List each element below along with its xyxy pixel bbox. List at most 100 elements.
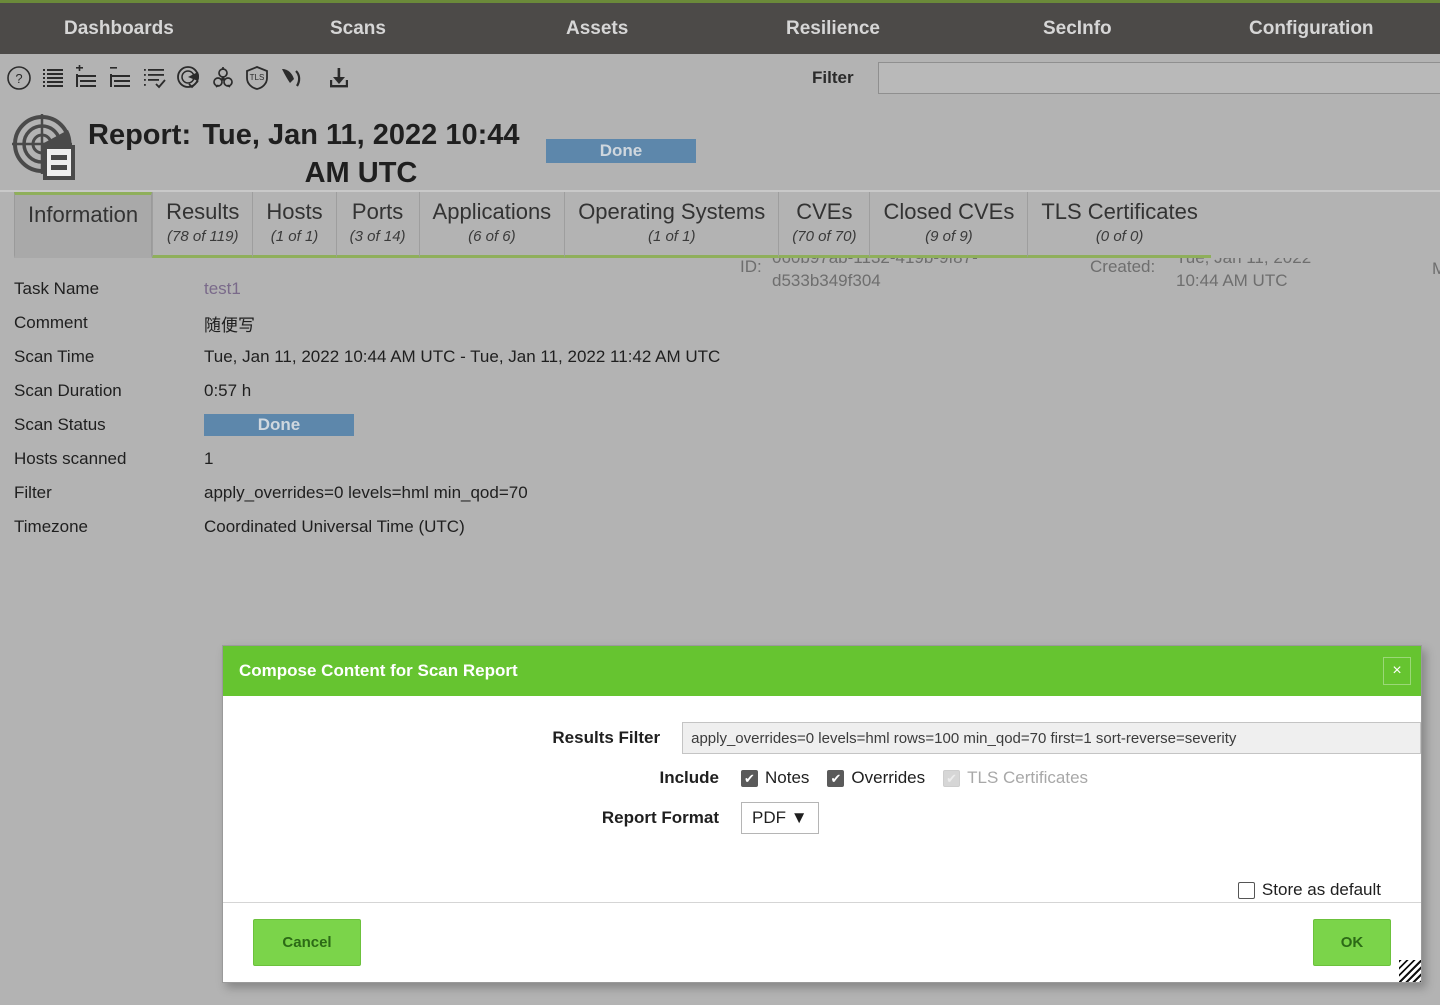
report-status-badge: Done [546,139,696,163]
dialog-resize-grip[interactable] [1399,960,1421,982]
dialog-title: Compose Content for Scan Report [239,661,518,680]
filter-input[interactable] [878,62,1440,94]
include-overrides-label[interactable]: Overrides [851,768,925,788]
results-filter-row: Results Filter [223,722,1421,754]
row-label: Scan Status [14,415,106,434]
task-name-link[interactable]: test1 [204,279,241,298]
tab-results[interactable]: Results (78 of 119) [152,192,253,258]
row-value: apply_overrides=0 levels=hml min_qod=70 [204,483,528,502]
scan-status-badge: Done [204,414,354,436]
tab-label: Closed CVEs [883,199,1015,224]
row-value: Coordinated Universal Time (UTC) [204,517,465,536]
remove-from-assets-icon[interactable] [106,63,136,93]
nav-item-dashboards[interactable]: Dashboards [64,18,174,40]
row-value: 随便写 [204,315,255,335]
tab-count: (70 of 70) [792,228,857,245]
tab-count: (1 of 1) [647,228,696,245]
nav-item-resilience[interactable]: Resilience [786,18,880,40]
report-information-table: Task Name test1 Comment 随便写 Scan Time Tu… [0,258,1440,544]
table-row: Timezone Coordinated Universal Time (UTC… [14,510,1440,544]
tab-closed-cves[interactable]: Closed CVEs (9 of 9) [869,192,1028,258]
row-label: Task Name [14,279,100,298]
report-format-label: Report Format [601,808,719,827]
tab-count: (1 of 1) [270,228,319,245]
report-date: Tue, Jan 11, 2022 10:44 AM UTC [202,119,520,189]
tab-applications[interactable]: Applications (6 of 6) [418,192,565,258]
row-label: Filter [14,483,52,502]
report-list-icon[interactable] [38,63,68,93]
nav-item-configuration[interactable]: Configuration [1249,18,1374,40]
nav-item-scans[interactable]: Scans [330,18,386,40]
dialog-footer: Cancel OK [223,902,1421,982]
report-tabs: Information Results (78 of 119) Hosts (1… [0,192,1440,258]
tab-label: Operating Systems [578,199,766,224]
svg-text:?: ? [15,71,22,86]
include-notes-checkbox[interactable] [741,769,758,787]
report-format-row: Report Format PDF ▼ [223,802,1421,834]
table-row: Hosts scanned 1 [14,442,1440,476]
store-as-default-group[interactable]: Store as default [1237,880,1381,900]
tab-label: Results [166,199,240,224]
include-overrides-checkbox[interactable] [827,769,845,787]
tab-label: TLS Certificates [1041,199,1198,224]
download-icon[interactable] [324,63,354,93]
wrench-icon[interactable] [276,63,306,93]
results-filter-input[interactable] [682,722,1421,754]
tab-label: Hosts [266,199,323,224]
row-value: Tue, Jan 11, 2022 10:44 AM UTC - Tue, Ja… [204,347,721,366]
help-icon[interactable]: ? [4,63,34,93]
tab-count: (6 of 6) [468,228,516,245]
scanner-radar-icon[interactable] [174,63,204,93]
include-label: Include [659,768,719,787]
table-row: Scan Duration 0:57 h [14,374,1440,408]
biohazard-icon[interactable] [208,63,238,93]
row-value: test1 [204,279,241,299]
report-header: Report: Tue, Jan 11, 2022 10:44 AM UTC I… [0,102,1440,290]
tab-label: Applications [432,199,552,224]
report-format-select[interactable]: PDF ▼ [741,802,819,834]
tab-cves[interactable]: CVEs (70 of 70) [778,192,870,258]
cancel-button[interactable]: Cancel [253,919,361,966]
table-row: Filter apply_overrides=0 levels=hml min_… [14,476,1440,510]
report-checklist-icon[interactable] [140,63,170,93]
dialog-body: Results Filter Include Notes Overrides T… [223,696,1421,902]
table-row: Scan Status Done [14,408,1440,442]
report-title: Report: [88,119,192,151]
tab-ports[interactable]: Ports (3 of 14) [335,192,419,258]
include-tls-certificates-label: TLS Certificates [967,768,1089,787]
ok-button[interactable]: OK [1313,919,1391,966]
add-to-assets-icon[interactable] [72,63,102,93]
row-label: Scan Duration [14,381,122,400]
main-navigation-bar: Dashboards Scans Assets Resilience SecIn… [0,0,1440,54]
include-overrides-checkbox-group[interactable]: Overrides [827,768,925,788]
store-as-default-checkbox[interactable] [1237,881,1255,899]
compose-report-dialog: Compose Content for Scan Report × Result… [222,645,1422,983]
action-toolbar: ? TLS Filter [0,54,1440,102]
include-notes-checkbox-group[interactable]: Notes [741,768,809,788]
row-label: Scan Time [14,347,95,366]
filter-label: Filter [812,68,854,87]
tls-shield-icon[interactable]: TLS [242,63,272,93]
row-label: Timezone [14,517,89,536]
tab-tls-certificates[interactable]: TLS Certificates (0 of 0) [1027,192,1211,258]
tab-hosts[interactable]: Hosts (1 of 1) [252,192,336,258]
scan-report-icon [12,114,78,185]
row-label: Comment [14,313,88,332]
tab-count: (3 of 14) [349,228,406,245]
include-row: Include Notes Overrides TLS Certificates [223,768,1421,788]
include-tls-certificates-checkbox-group: TLS Certificates [943,768,1088,788]
dialog-header: Compose Content for Scan Report × [223,646,1421,696]
row-value: 0:57 h [204,381,252,400]
table-row: Comment 随便写 [14,306,1440,340]
svg-text:TLS: TLS [250,73,265,82]
close-icon[interactable]: × [1383,657,1411,685]
results-filter-label: Results Filter [552,728,661,747]
row-label: Hosts scanned [14,449,127,468]
tab-information[interactable]: Information [14,192,153,258]
store-as-default-label[interactable]: Store as default [1262,880,1381,900]
nav-item-assets[interactable]: Assets [566,18,628,40]
tab-operating-systems[interactable]: Operating Systems (1 of 1) [564,192,779,258]
nav-item-secinfo[interactable]: SecInfo [1043,18,1112,40]
table-row: Task Name test1 [14,272,1440,306]
include-notes-label[interactable]: Notes [765,768,809,788]
